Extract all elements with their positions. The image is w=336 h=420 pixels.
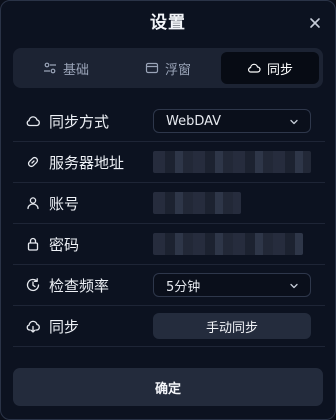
label-text: 同步 bbox=[49, 317, 80, 336]
cloud-icon bbox=[247, 63, 261, 73]
cloud-icon bbox=[26, 116, 40, 127]
sync-row: 同步 手动同步 bbox=[13, 306, 325, 347]
chevron-down-icon bbox=[290, 283, 298, 289]
sync-method-label: 同步方式 bbox=[25, 111, 109, 132]
clock-refresh-icon bbox=[26, 278, 40, 292]
server-address-label: 服务器地址 bbox=[25, 152, 124, 173]
label-text: 服务器地址 bbox=[49, 153, 125, 172]
link-icon bbox=[27, 156, 39, 168]
tab-sync[interactable]: 同步 bbox=[221, 52, 319, 84]
user-icon bbox=[27, 197, 39, 210]
label-text: 账号 bbox=[49, 194, 80, 213]
chevron-down-icon bbox=[290, 119, 298, 125]
sync-label: 同步 bbox=[25, 316, 79, 337]
manual-sync-button[interactable]: 手动同步 bbox=[153, 313, 311, 339]
tab-label: 基础 bbox=[62, 62, 89, 78]
label-text: 检查频率 bbox=[49, 276, 110, 295]
sliders-icon bbox=[43, 62, 56, 74]
tab-basic[interactable]: 基础 bbox=[17, 52, 115, 84]
settings-tabs: 基础 浮窗 同步 bbox=[13, 48, 323, 88]
cloud-download-icon bbox=[26, 320, 40, 333]
select-value: WebDAV bbox=[166, 113, 222, 129]
close-icon[interactable] bbox=[307, 15, 323, 31]
check-frequency-select[interactable]: 5分钟 bbox=[153, 273, 311, 297]
password-row: 密码 bbox=[13, 224, 325, 265]
select-value: 5分钟 bbox=[166, 279, 201, 295]
sync-method-select[interactable]: WebDAV bbox=[153, 109, 311, 133]
account-row: 账号 bbox=[13, 183, 325, 224]
password-input[interactable] bbox=[153, 233, 303, 255]
label-text: 密码 bbox=[49, 235, 80, 254]
label-text: 同步方式 bbox=[49, 112, 110, 131]
tab-label: 同步 bbox=[266, 62, 293, 78]
dialog-title: 设置 bbox=[150, 13, 186, 33]
window-icon bbox=[145, 62, 159, 74]
settings-dialog: 设置 基础 浮窗 同步 同步方式 WebDAV 服务器地址 账号 密码 检查频率… bbox=[0, 0, 336, 420]
password-label: 密码 bbox=[25, 234, 79, 255]
confirm-button[interactable]: 确定 bbox=[13, 368, 323, 406]
lock-icon bbox=[27, 237, 39, 251]
server-address-input[interactable] bbox=[153, 151, 311, 173]
check-frequency-row: 检查频率 5分钟 bbox=[13, 265, 325, 306]
server-address-row: 服务器地址 bbox=[13, 142, 325, 183]
tab-label: 浮窗 bbox=[164, 62, 191, 78]
settings-list: 同步方式 WebDAV 服务器地址 账号 密码 检查频率 5分钟 同步 手动同步 bbox=[13, 101, 325, 347]
sync-method-row: 同步方式 WebDAV bbox=[13, 101, 325, 142]
check-frequency-label: 检查频率 bbox=[25, 275, 109, 296]
account-label: 账号 bbox=[25, 193, 79, 214]
tab-floating-window[interactable]: 浮窗 bbox=[119, 52, 217, 84]
account-input[interactable] bbox=[153, 192, 241, 214]
